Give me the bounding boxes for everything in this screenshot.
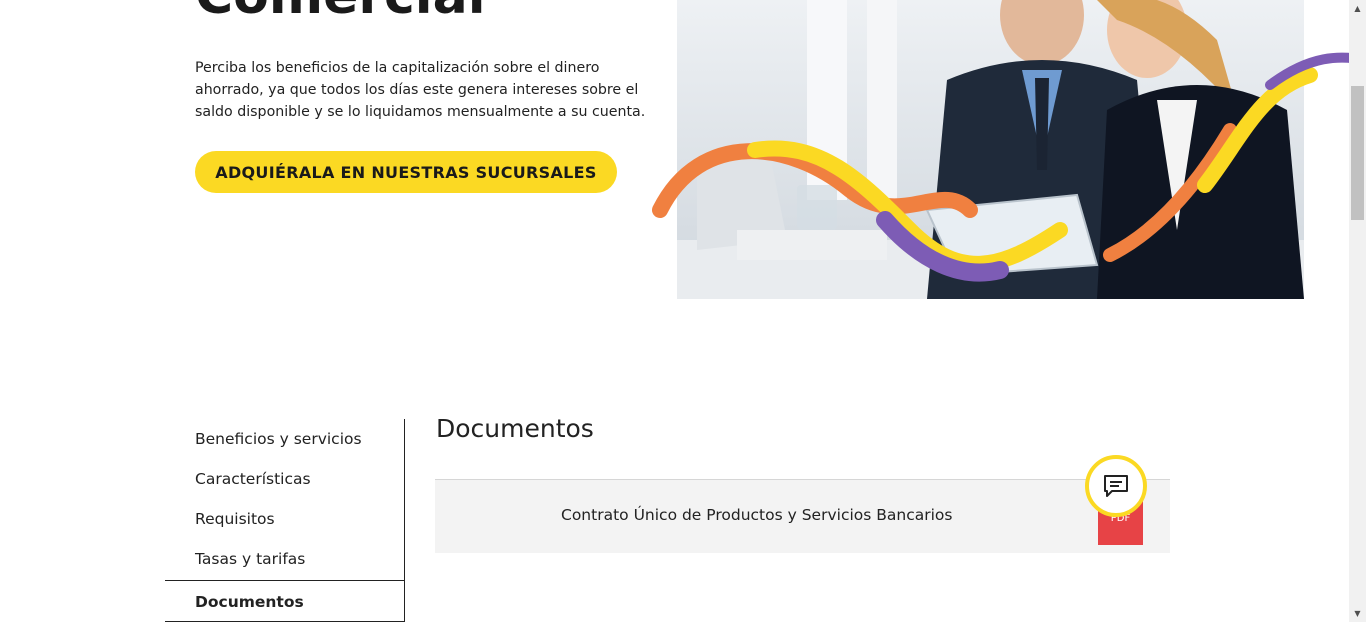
side-nav-benefits[interactable]: Beneficios y servicios bbox=[165, 419, 404, 459]
scroll-thumb[interactable] bbox=[1351, 86, 1364, 220]
scroll-down-arrow-icon[interactable]: ▼ bbox=[1349, 605, 1366, 622]
hero-description: Perciba los beneficios de la capitalizac… bbox=[195, 60, 646, 120]
acquire-in-branches-button[interactable]: ADQUIÉRALA EN NUESTRAS SUCURSALES bbox=[195, 151, 617, 193]
scroll-up-arrow-icon[interactable]: ▲ bbox=[1349, 0, 1366, 17]
side-nav-features[interactable]: Características bbox=[165, 459, 404, 499]
chat-button[interactable] bbox=[1085, 455, 1147, 517]
page-scrollbar[interactable]: ▲ ▼ bbox=[1349, 0, 1366, 622]
document-name: Contrato Único de Productos y Servicios … bbox=[561, 506, 953, 524]
side-nav-rates[interactable]: Tasas y tarifas bbox=[165, 539, 404, 579]
chat-bubble-icon bbox=[1104, 475, 1128, 497]
product-side-nav: Beneficios y servicios Características R… bbox=[165, 419, 405, 622]
side-nav-documents[interactable]: Documentos bbox=[165, 580, 404, 622]
documents-section-title: Documentos bbox=[436, 414, 594, 443]
document-row[interactable]: Contrato Único de Productos y Servicios … bbox=[435, 480, 1170, 553]
hero-title: Comercial bbox=[195, 0, 486, 26]
decorative-waves bbox=[652, 52, 1366, 282]
side-nav-requirements[interactable]: Requisitos bbox=[165, 499, 404, 539]
